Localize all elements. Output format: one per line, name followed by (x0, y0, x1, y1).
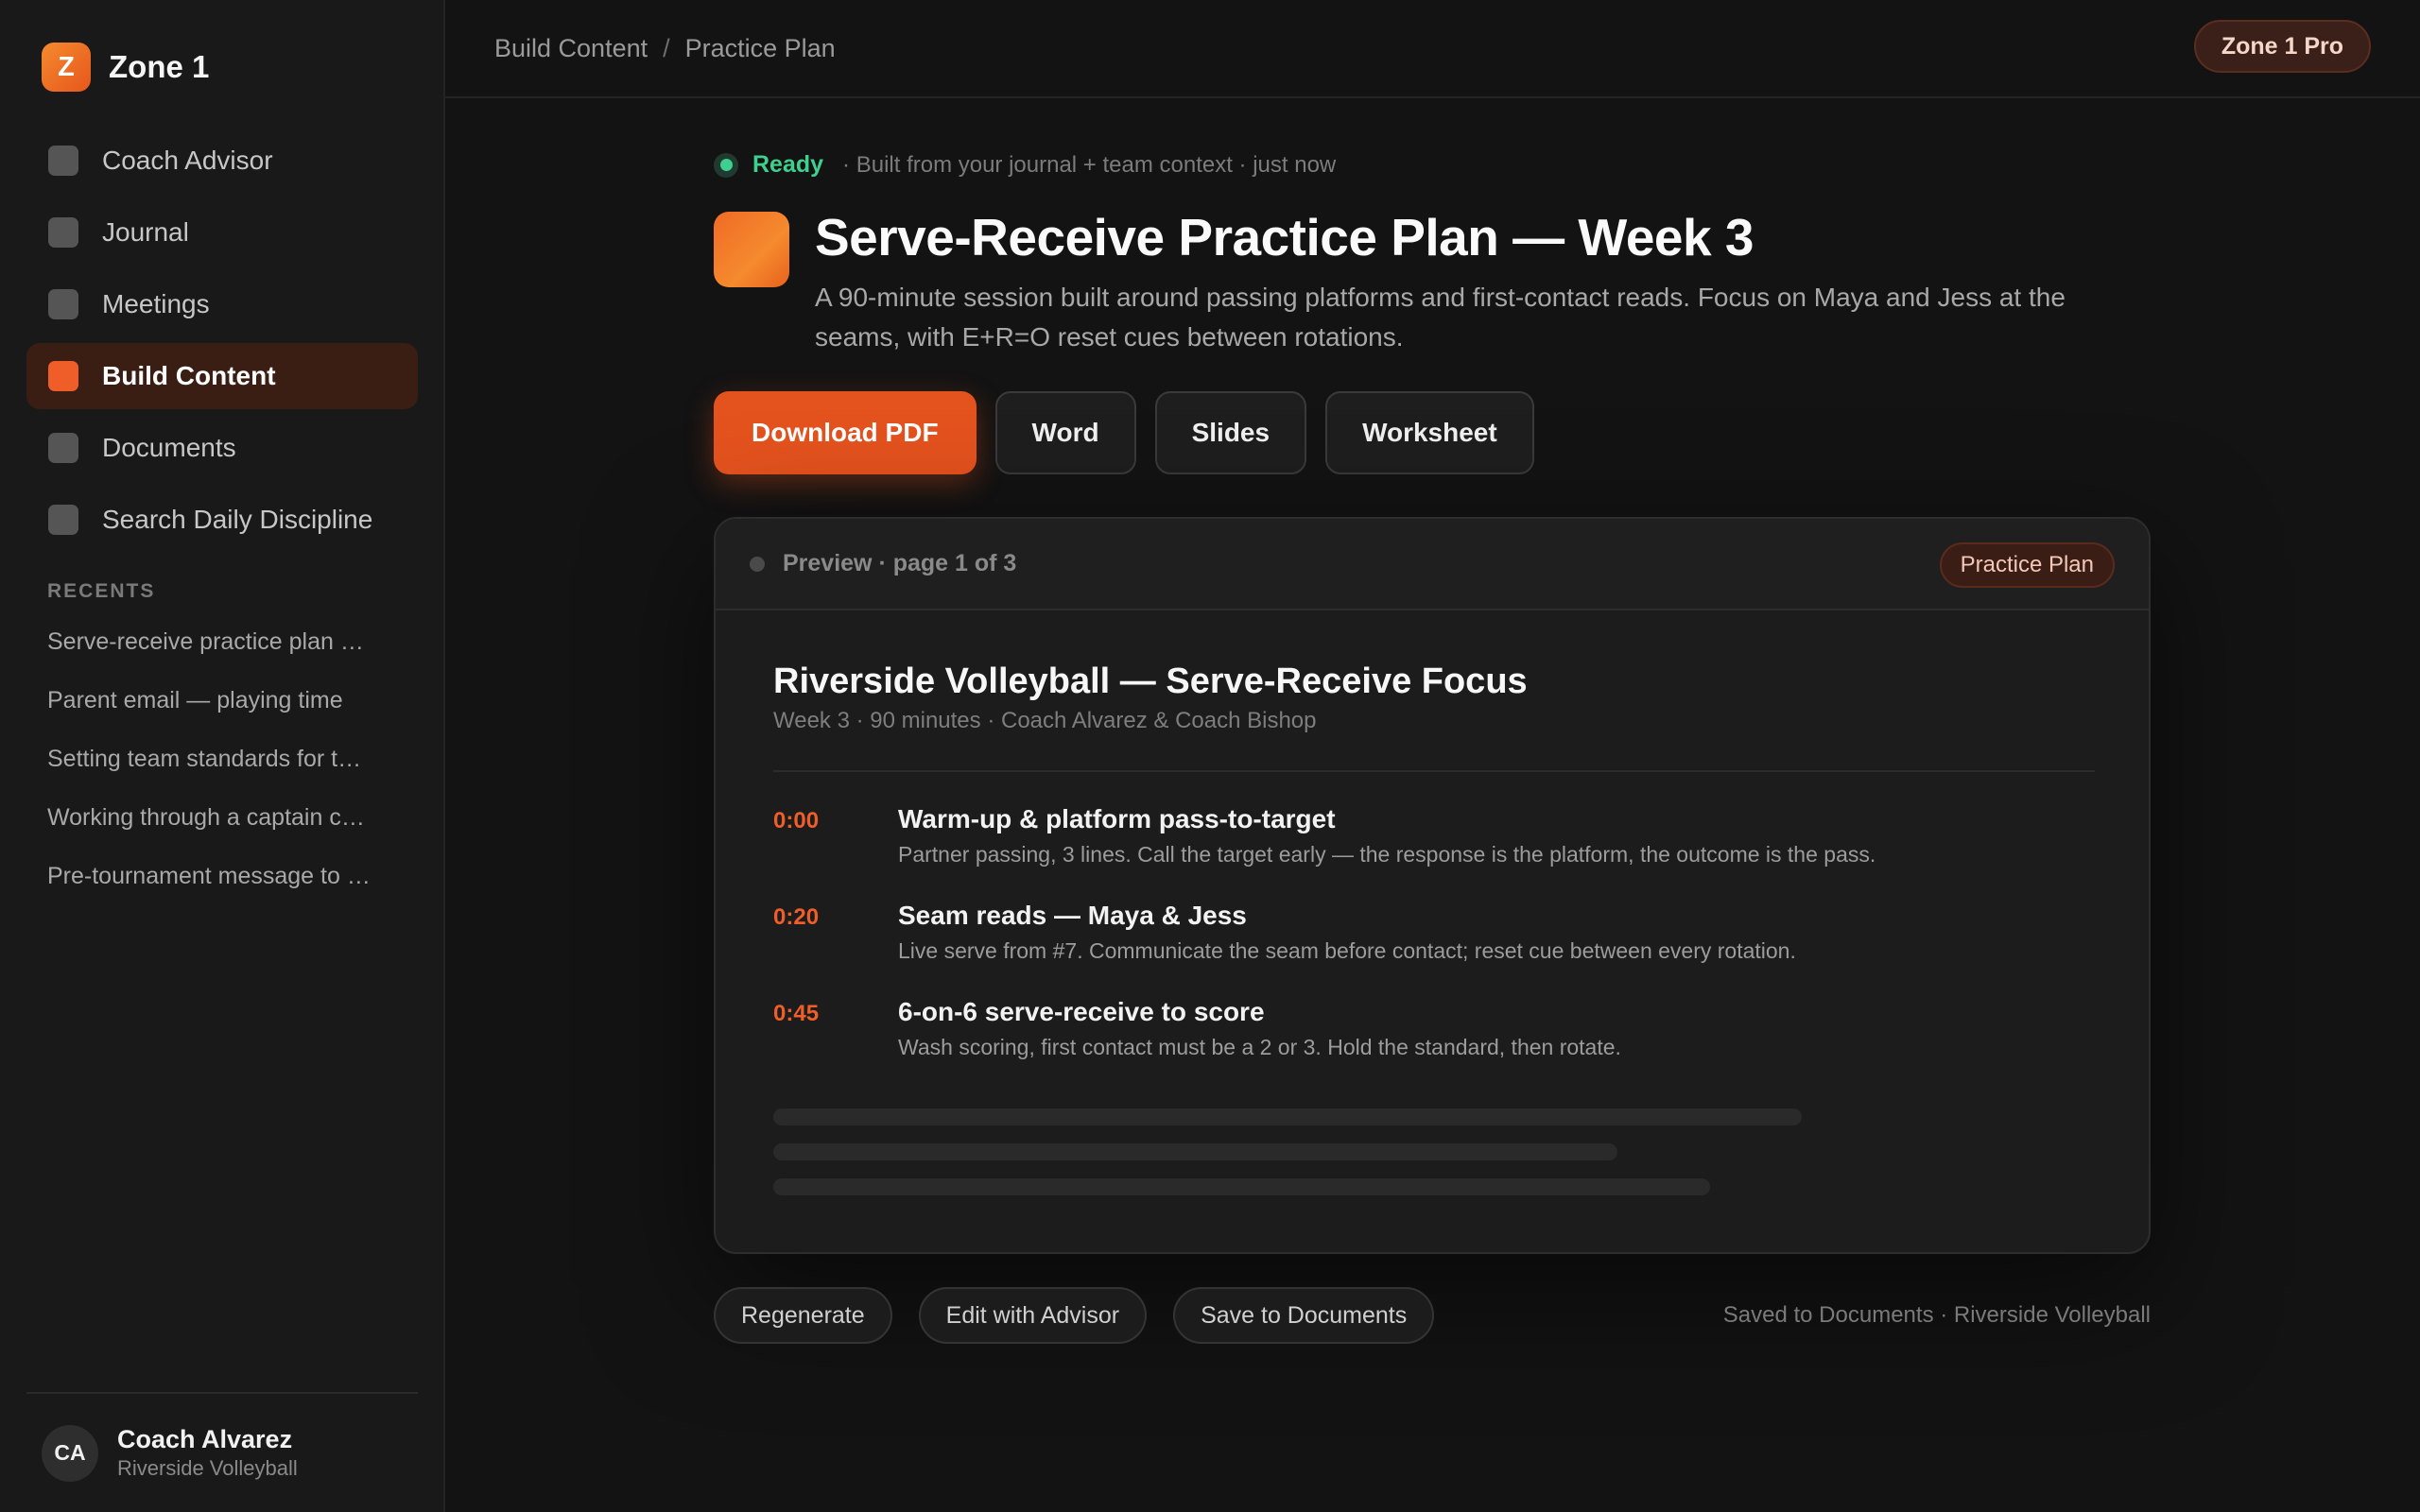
sidebar-item-label: Search Daily Discipline (102, 505, 373, 534)
app-logo-icon: Z (42, 43, 91, 92)
status-text: Ready (752, 151, 824, 178)
content-type-badge: Practice Plan (1939, 542, 2115, 588)
preview-header: Preview · page 1 of 3 Practice Plan (716, 519, 2149, 610)
sidebar: Z Zone 1 Coach Advisor Journal Meetings … (0, 0, 445, 1512)
divider (773, 770, 2095, 772)
build-content-icon (48, 361, 78, 391)
schedule-body: 6-on-6 serve-receive to score Wash scori… (898, 997, 1621, 1093)
recent-item[interactable]: Parent email — playing time (47, 687, 406, 746)
sidebar-item-documents[interactable]: Documents (26, 415, 418, 481)
user-name: Coach Alvarez (117, 1425, 293, 1453)
saved-status: Saved to Documents · Riverside Volleybal… (1722, 1302, 2151, 1328)
slides-export-button[interactable]: Slides (1154, 391, 1307, 474)
download-pdf-button[interactable]: Download PDF (714, 391, 977, 474)
sidebar-item-label: Build Content (102, 361, 276, 390)
recent-item[interactable]: Pre-tournament message to … (47, 863, 406, 921)
schedule-body: Seam reads — Maya & Jess Live serve from… (898, 901, 1796, 997)
meetings-icon (48, 289, 78, 319)
sidebar-item-label: Journal (102, 217, 189, 247)
brand[interactable]: Z Zone 1 (42, 43, 209, 92)
sidebar-nav: Coach Advisor Journal Meetings Build Con… (26, 128, 418, 558)
export-actions: Download PDF Word Slides Worksheet (714, 391, 1553, 474)
preview-label: Preview · page 1 of 3 (783, 550, 1017, 576)
schedule-row: 0:45 6-on-6 serve-receive to score Wash … (773, 997, 2095, 1093)
sidebar-item-meetings[interactable]: Meetings (26, 271, 418, 337)
breadcrumb-separator: / (663, 33, 670, 62)
schedule-title: Warm-up & platform pass-to-target (898, 804, 1336, 833)
avatar: CA (42, 1424, 98, 1482)
main-panel: Build Content / Practice Plan Zone 1 Pro… (445, 0, 2420, 1512)
footer-actions: Regenerate Edit with Advisor Save to Doc… (714, 1287, 2151, 1344)
user-team: Riverside Volleyball (117, 1456, 298, 1480)
regenerate-button[interactable]: Regenerate (714, 1287, 892, 1344)
breadcrumb-build-content[interactable]: Build Content (494, 34, 648, 63)
sidebar-item-build-content[interactable]: Build Content (26, 343, 418, 409)
page-title: Serve-Receive Practice Plan — Week 3 (815, 208, 1754, 266)
document-icon (714, 212, 789, 287)
search-icon (48, 505, 78, 535)
sidebar-item-coach-advisor[interactable]: Coach Advisor (26, 128, 418, 194)
recent-item[interactable]: Working through a captain c… (47, 804, 406, 863)
schedule-time: 0:45 (773, 1001, 820, 1026)
skeleton-lines (773, 1108, 2095, 1195)
schedule-body: Warm-up & platform pass-to-target Partne… (898, 804, 1876, 901)
schedule-desc: Wash scoring, first contact must be a 2 … (898, 1035, 1621, 1059)
preview-dot-icon (750, 556, 765, 572)
doc-meta: Week 3 · 90 minutes · Coach Alvarez & Co… (773, 708, 1317, 733)
recents-list: Serve-receive practice plan … Parent ema… (47, 628, 406, 921)
schedule-list: 0:00 Warm-up & platform pass-to-target P… (773, 804, 2095, 1093)
page-description: A 90-minute session built around passing… (815, 283, 2066, 352)
sidebar-item-journal[interactable]: Journal (26, 199, 418, 266)
status-indicator-icon (714, 152, 738, 178)
sidebar-item-search-daily-discipline[interactable]: Search Daily Discipline (26, 487, 418, 553)
schedule-title: Seam reads — Maya & Jess (898, 901, 1247, 930)
recents-heading: RECENTS (47, 580, 156, 602)
schedule-time: 0:00 (773, 808, 820, 833)
coach-advisor-icon (48, 146, 78, 176)
user-profile[interactable]: CA Coach Alvarez Riverside Volleyball (26, 1392, 418, 1512)
preview-document: Riverside Volleyball — Serve-Receive Foc… (773, 610, 2095, 1213)
status-meta: · Built from your journal + team context… (842, 151, 1337, 178)
edit-with-advisor-button[interactable]: Edit with Advisor (918, 1287, 1148, 1344)
pro-plan-badge[interactable]: Zone 1 Pro (2193, 20, 2371, 73)
worksheet-export-button[interactable]: Worksheet (1325, 391, 1534, 474)
word-export-button[interactable]: Word (994, 391, 1136, 474)
sidebar-item-label: Documents (102, 433, 236, 462)
schedule-desc: Partner passing, 3 lines. Call the targe… (898, 842, 1876, 867)
title-block: Serve-Receive Practice Plan — Week 3 A 9… (815, 206, 2138, 357)
documents-icon (48, 433, 78, 463)
save-to-documents-button[interactable]: Save to Documents (1173, 1287, 1435, 1344)
schedule-row: 0:00 Warm-up & platform pass-to-target P… (773, 804, 2095, 901)
doc-title: Riverside Volleyball — Serve-Receive Foc… (773, 662, 1528, 701)
schedule-time: 0:20 (773, 904, 820, 930)
app-window: Z Zone 1 Coach Advisor Journal Meetings … (0, 0, 2420, 1512)
skeleton-line (773, 1178, 1710, 1195)
schedule-desc: Live serve from #7. Communicate the seam… (898, 938, 1796, 963)
app-name: Zone 1 (109, 49, 210, 84)
skeleton-line (773, 1108, 1802, 1125)
sidebar-item-label: Coach Advisor (102, 146, 273, 175)
schedule-row: 0:20 Seam reads — Maya & Jess Live serve… (773, 901, 2095, 997)
recent-item[interactable]: Setting team standards for t… (47, 746, 406, 804)
status-row: Ready · Built from your journal + team c… (714, 151, 1336, 179)
skeleton-line (773, 1143, 1617, 1160)
title-row: Serve-Receive Practice Plan — Week 3 A 9… (714, 206, 2138, 357)
journal-icon (48, 217, 78, 248)
breadcrumb-practice-plan: Practice Plan (684, 33, 836, 62)
recent-item[interactable]: Serve-receive practice plan … (47, 628, 406, 687)
topbar: Build Content / Practice Plan Zone 1 Pro (445, 0, 2420, 98)
sidebar-item-label: Meetings (102, 289, 210, 318)
document-preview[interactable]: Preview · page 1 of 3 Practice Plan Rive… (714, 517, 2151, 1254)
user-info: Coach Alvarez Riverside Volleyball (117, 1425, 298, 1481)
schedule-title: 6-on-6 serve-receive to score (898, 997, 1265, 1026)
